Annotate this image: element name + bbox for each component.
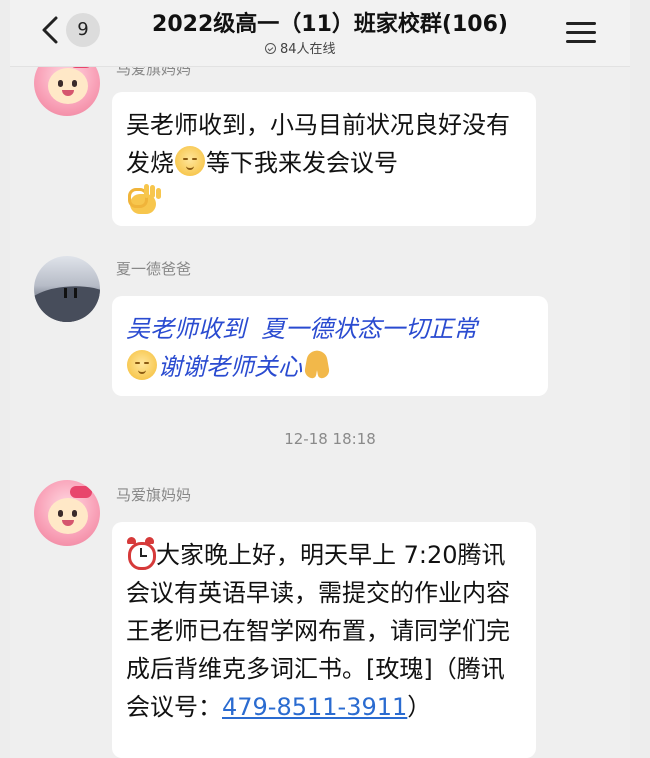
menu-icon-line: [566, 40, 596, 43]
back-button[interactable]: [38, 12, 68, 48]
pray-emoji-icon: [302, 348, 332, 380]
avatar-eye: [58, 510, 63, 517]
smile-emoji-icon: [175, 146, 205, 176]
message-text: 吴老师收到，小马目前状况良好没有发烧 等下我来发会议号: [126, 106, 522, 223]
avatar-face: [48, 68, 88, 104]
avatar-eye: [58, 80, 63, 87]
avatar-person: [64, 288, 67, 298]
message-bubble[interactable]: 吴老师收到，小马目前状况良好没有发烧 等下我来发会议号: [112, 92, 536, 226]
avatar-ridge: [34, 279, 100, 322]
sender-name: 夏一德爸爸: [116, 260, 192, 278]
smile-emoji-icon: [127, 350, 157, 380]
online-count: 84人在线: [280, 42, 336, 57]
avatar-eye: [72, 80, 77, 87]
message-text: 吴老师收到 夏一德状态一切正常谢谢老师关心: [126, 310, 534, 386]
back-chevron-icon: [42, 16, 58, 44]
menu-button[interactable]: [566, 22, 596, 44]
menu-icon: [566, 22, 596, 25]
avatar-bow: [70, 486, 92, 498]
avatar-person: [74, 288, 77, 298]
alarm-clock-emoji-icon: [126, 536, 156, 570]
avatar-ma-aiqi-mama[interactable]: [34, 480, 100, 546]
chat-header: 9 2022级高一（11）班家校群(106) 84人在线: [10, 0, 630, 67]
group-title: 2022级高一（11）班家校群(106): [152, 12, 508, 37]
online-status-icon: [265, 43, 276, 54]
ok-hand-emoji-icon: [126, 182, 162, 218]
message-text-part: 谢谢老师关心: [158, 353, 302, 381]
avatar-xia-yide-baba[interactable]: [34, 256, 100, 322]
avatar-face: [48, 498, 88, 534]
avatar-eye: [72, 510, 77, 517]
chat-window: 9 2022级高一（11）班家校群(106) 84人在线 马爱旗妈妈 吴老师收到…: [10, 0, 630, 758]
message-bubble[interactable]: 吴老师收到 夏一德状态一切正常谢谢老师关心: [112, 296, 548, 396]
message-bubble[interactable]: 大家晚上好，明天早上 7:20腾讯会议有英语早读，需提交的作业内容王老师已在智学…: [112, 522, 536, 758]
message-text: 大家晚上好，明天早上 7:20腾讯会议有英语早读，需提交的作业内容王老师已在智学…: [126, 536, 522, 726]
unread-count-badge[interactable]: 9: [66, 13, 100, 47]
message-text-part: 吴老师收到 夏一德状态一切正常: [126, 315, 478, 343]
sender-name: 马爱旗妈妈: [116, 486, 192, 504]
message-text-part: 等下我来发会议号: [206, 149, 398, 177]
menu-icon-line: [566, 31, 596, 34]
message-text-part: ）: [407, 693, 432, 721]
message-timestamp: 12-18 18:18: [284, 430, 376, 448]
online-status: 84人在线: [265, 38, 336, 57]
meeting-id-link[interactable]: 479-8511-3911: [222, 693, 407, 721]
